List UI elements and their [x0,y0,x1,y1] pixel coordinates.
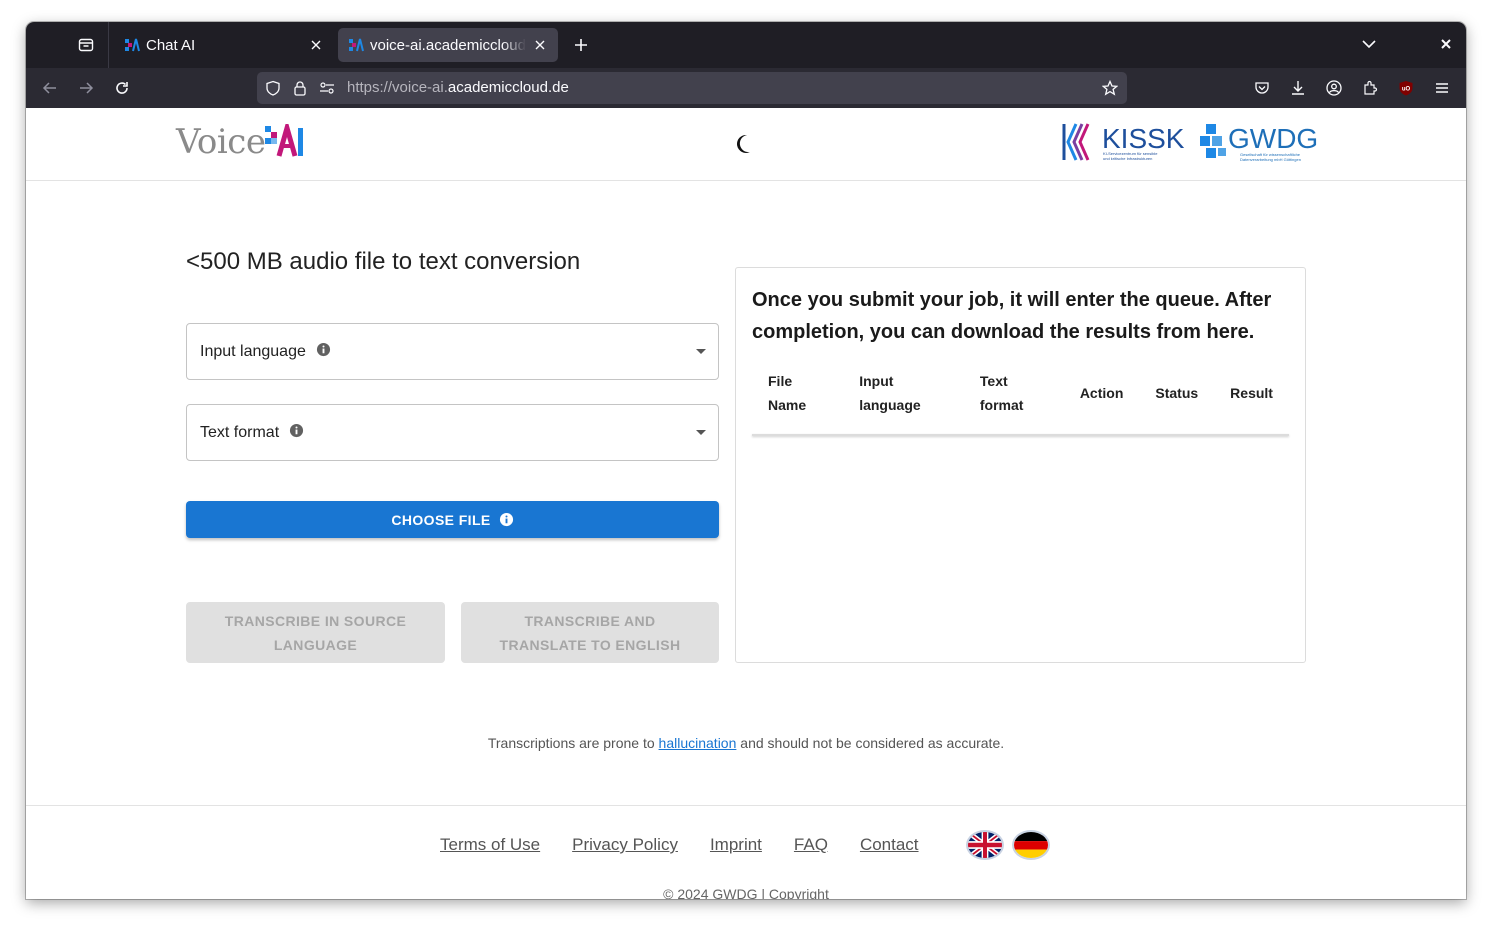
privacy-policy-link[interactable]: Privacy Policy [572,835,678,855]
account-icon[interactable] [1323,77,1345,99]
choose-file-label: CHOOSE FILE [391,511,491,528]
uk-flag-icon[interactable] [966,830,1004,860]
hallucination-link[interactable]: hallucination [659,735,737,751]
transcribe-translate-button[interactable]: TRANSCRIBE AND TRANSLATE TO ENGLISH [461,602,719,663]
permissions-icon[interactable] [319,80,335,96]
tab-chat-ai[interactable]: Chat AI [114,28,334,62]
shield-icon[interactable] [265,80,281,96]
navigation-toolbar: https://voice-ai.academiccloud.de uO [26,68,1466,108]
choose-file-button[interactable]: CHOOSE FILE [186,501,719,538]
back-icon[interactable] [39,77,61,99]
footer-links: Terms of Use Privacy Policy Imprint FAQ … [440,835,919,855]
terms-of-use-link[interactable]: Terms of Use [440,835,540,855]
logo-word: Voice [176,122,266,162]
forward-icon[interactable] [75,77,97,99]
column-header: Text format [979,373,1024,413]
svg-text:KISSKI: KISSKI [1102,123,1186,154]
imprint-link[interactable]: Imprint [710,835,762,855]
transcribe-source-button[interactable]: TRANSCRIBE IN SOURCE LANGUAGE [186,602,445,663]
contact-link[interactable]: Contact [860,835,919,855]
window-close-icon[interactable] [1440,37,1452,55]
menu-icon[interactable] [1431,77,1453,99]
table-header-row: File Name Input language Text format Act… [752,363,1289,423]
lock-icon[interactable] [292,80,308,96]
column-header: Input language [859,373,921,413]
results-message: Once you submit your job, it will enter … [752,289,1272,343]
results-table: File Name Input language Text format Act… [752,363,1289,423]
copyright: © 2024 GWDG | Copyright [663,886,829,899]
ublock-origin-icon[interactable]: uO [1395,77,1417,99]
voice-ai-logo[interactable]: Voice [176,122,305,162]
info-icon[interactable] [316,342,331,357]
input-language-label: Input language [200,343,306,360]
faq-link[interactable]: FAQ [794,835,828,855]
german-flag-icon[interactable] [1012,830,1050,860]
site-footer: Terms of Use Privacy Policy Imprint FAQ … [26,805,1466,899]
tab-title: voice-ai.academiccloud.de [370,36,526,54]
tab-title: Chat AI [146,36,196,54]
text-format-select[interactable]: Text format [186,404,719,461]
column-header: Result [1230,385,1273,401]
extensions-icon[interactable] [1359,77,1381,99]
logo-ai-mark [265,124,304,157]
chevron-down-icon [696,430,706,435]
chevron-down-icon [696,349,706,354]
tab-voice-ai[interactable]: voice-ai.academiccloud.de [338,28,558,62]
voice-ai-favicon-icon [349,38,364,52]
gwdg-logo[interactable]: GWDG Gesellschaft für wissenschaftliche … [1198,120,1324,166]
new-tab-icon[interactable] [570,34,592,56]
column-header: Status [1155,385,1199,401]
disclaimer: Transcriptions are prone to hallucinatio… [26,735,1466,751]
table-divider [752,434,1289,436]
disclaimer-text: and should not be considered as accurate… [736,735,1005,751]
url-text[interactable]: https://voice-ai.academiccloud.de [347,79,569,96]
url-domain: academiccloud.de [447,79,569,96]
browser-window: Chat AI voice-ai.academiccloud.de https:… [26,22,1466,899]
voice-ai-favicon-icon [125,38,140,52]
tab-strip: Chat AI voice-ai.academiccloud.de [26,22,1466,68]
reload-icon[interactable] [111,77,133,99]
info-icon[interactable] [289,423,304,438]
tab-close-icon[interactable] [532,37,548,53]
site-header: Voice KISSKI KI-Servicezentrum für sensi… [26,108,1466,181]
address-bar[interactable]: https://voice-ai.academiccloud.de [257,72,1127,104]
svg-text:Datenverarbeitung mbH Göttinge: Datenverarbeitung mbH Göttingen [1240,157,1301,162]
svg-text:GWDG: GWDG [1228,123,1318,154]
kisski-logo[interactable]: KISSKI KI-Servicezentrum für sensible un… [1062,120,1192,164]
info-icon[interactable] [499,512,514,527]
disclaimer-text: Transcriptions are prone to [487,735,659,751]
svg-text:uO: uO [1402,87,1411,93]
downloads-icon[interactable] [1287,77,1309,99]
page-content: Voice KISSKI KI-Servicezentrum für sensi… [26,108,1466,899]
tab-separator [108,22,109,68]
text-format-label: Text format [200,424,280,441]
tab-close-icon[interactable] [308,37,324,53]
column-header: Action [1079,385,1124,401]
firefox-view-icon[interactable] [70,30,102,60]
svg-text:und kritische Infrastrukturen: und kritische Infrastrukturen [1103,156,1152,161]
pocket-icon[interactable] [1251,77,1273,99]
url-prefix: https://voice-ai. [347,79,448,96]
dark-mode-toggle-icon[interactable] [734,132,758,156]
page-title: <500 MB audio file to text conversion [186,248,581,275]
list-all-tabs-icon[interactable] [1362,36,1376,54]
results-panel: Once you submit your job, it will enter … [735,267,1306,663]
bookmark-star-icon[interactable] [1102,80,1118,96]
input-language-select[interactable]: Input language [186,323,719,380]
column-header: File Name [768,373,807,413]
